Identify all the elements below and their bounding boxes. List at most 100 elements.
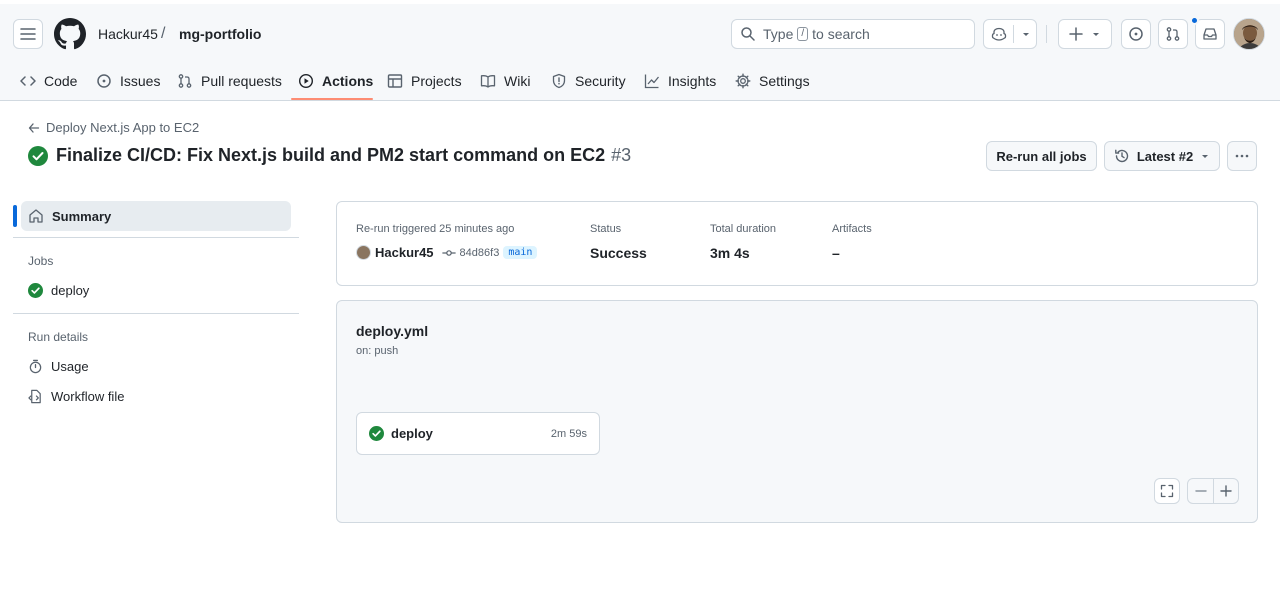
tab-pull-requests[interactable]: Pull requests bbox=[177, 70, 282, 92]
screen-full-icon bbox=[1160, 484, 1174, 498]
chevron-down-icon bbox=[1023, 33, 1029, 36]
issue-icon bbox=[1129, 27, 1143, 41]
sidebar-item-usage[interactable]: Usage bbox=[28, 359, 89, 374]
pull-requests-button[interactable] bbox=[1158, 19, 1188, 49]
inbox-icon bbox=[1203, 28, 1217, 40]
copilot-icon bbox=[991, 27, 1007, 41]
zoom-controls bbox=[1187, 478, 1239, 504]
sidebar-job-deploy[interactable]: deploy bbox=[28, 283, 89, 298]
book-icon bbox=[480, 75, 496, 88]
actor-name[interactable]: Hackur45 bbox=[375, 245, 434, 260]
pull-request-icon bbox=[178, 74, 192, 88]
app-header: Hackur45 / mg-portfolio Type / to search bbox=[0, 0, 1280, 101]
tab-label: Issues bbox=[120, 73, 161, 89]
sidebar-divider bbox=[13, 237, 299, 238]
latest-attempt-dropdown[interactable]: Latest #2 bbox=[1104, 141, 1220, 171]
tab-label: Insights bbox=[668, 73, 717, 89]
run-title: Finalize CI/CD: Fix Next.js build and PM… bbox=[56, 145, 606, 165]
jobs-heading: Jobs bbox=[28, 254, 54, 268]
code-icon bbox=[20, 76, 36, 86]
shield-icon bbox=[552, 73, 566, 89]
latest-label: Latest #2 bbox=[1136, 148, 1194, 164]
run-summary-card bbox=[336, 201, 1258, 286]
tab-settings[interactable]: Settings bbox=[735, 70, 810, 92]
branch-label[interactable]: main bbox=[503, 246, 538, 259]
repo-name-link[interactable]: mg-portfolio bbox=[179, 26, 261, 42]
github-logo[interactable] bbox=[54, 18, 86, 50]
git-commit-icon bbox=[441, 249, 456, 256]
pull-request-icon bbox=[1166, 27, 1180, 41]
run-number: #3 bbox=[611, 145, 632, 165]
avatar-image bbox=[1234, 19, 1264, 49]
gear-icon bbox=[735, 73, 751, 89]
tab-label: Security bbox=[575, 73, 626, 89]
job-name: deploy bbox=[391, 426, 433, 441]
search-placeholder-after: to search bbox=[812, 26, 870, 42]
repo-tabs: Code Issues Pull requests Actions Projec… bbox=[0, 62, 1280, 101]
tab-label: Actions bbox=[322, 73, 374, 89]
top-strip bbox=[0, 0, 1280, 4]
active-tab-indicator bbox=[291, 98, 373, 100]
github-icon bbox=[54, 18, 86, 50]
issues-button[interactable] bbox=[1121, 19, 1151, 49]
workflow-name: Deploy Next.js App to EC2 bbox=[46, 120, 200, 135]
create-new-button[interactable] bbox=[1058, 19, 1112, 49]
tab-code[interactable]: Code bbox=[20, 70, 77, 92]
success-check-icon bbox=[369, 426, 384, 441]
search-input[interactable]: Type / to search bbox=[731, 19, 975, 49]
job-duration: 2m 59s bbox=[550, 427, 587, 440]
header-divider bbox=[1046, 25, 1047, 43]
user-avatar[interactable] bbox=[1233, 18, 1265, 50]
menu-button[interactable] bbox=[13, 19, 43, 49]
more-options-button[interactable] bbox=[1227, 141, 1257, 171]
tab-projects[interactable]: Projects bbox=[387, 70, 462, 92]
tab-insights[interactable]: Insights bbox=[644, 70, 716, 92]
actor-avatar[interactable] bbox=[356, 245, 371, 260]
copilot-button[interactable] bbox=[983, 19, 1037, 49]
sidebar-item-label: deploy bbox=[51, 283, 90, 298]
repo-owner-link[interactable]: Hackur45 bbox=[98, 26, 158, 42]
path-separator: / bbox=[161, 25, 166, 42]
duration-label: Total duration bbox=[710, 223, 777, 235]
rerun-label: Re-run all jobs bbox=[996, 148, 1087, 164]
workflow-filename: deploy.yml bbox=[356, 323, 429, 339]
sidebar-item-workflow-file[interactable]: Workflow file bbox=[28, 389, 124, 404]
arrow-left-icon bbox=[28, 122, 40, 133]
tab-security[interactable]: Security bbox=[551, 70, 626, 92]
artifacts-value: – bbox=[832, 245, 840, 261]
chevron-down-icon bbox=[1093, 33, 1099, 36]
file-code-icon bbox=[28, 389, 41, 404]
inbox-button[interactable] bbox=[1195, 19, 1225, 49]
tab-actions[interactable]: Actions bbox=[298, 70, 373, 92]
commit-sha[interactable]: 84d86f3 bbox=[460, 247, 500, 259]
tab-label: Code bbox=[44, 73, 78, 89]
fullscreen-button[interactable] bbox=[1154, 478, 1180, 504]
chevron-down-icon bbox=[1202, 155, 1209, 158]
run-details-heading: Run details bbox=[28, 330, 89, 344]
tab-issues[interactable]: Issues bbox=[96, 70, 160, 92]
graph-job-deploy[interactable]: deploy 2m 59s bbox=[356, 412, 600, 455]
history-icon bbox=[1114, 149, 1129, 163]
workflow-back-link[interactable]: Deploy Next.js App to EC2 bbox=[28, 120, 199, 135]
rerun-all-jobs-button[interactable]: Re-run all jobs bbox=[986, 141, 1097, 171]
tab-label: Pull requests bbox=[201, 73, 282, 89]
sidebar-item-summary[interactable]: Summary bbox=[21, 201, 291, 231]
graph-icon bbox=[644, 74, 660, 89]
notification-indicator bbox=[1190, 16, 1199, 25]
trigger-label: Re-run triggered 25 minutes ago bbox=[356, 223, 515, 235]
sidebar-item-label: Workflow file bbox=[51, 389, 125, 404]
success-check-icon bbox=[28, 145, 48, 166]
zoom-in-button[interactable] bbox=[1214, 479, 1238, 503]
plus-icon bbox=[1220, 485, 1232, 497]
issue-icon bbox=[97, 74, 111, 88]
kebab-horizontal-icon bbox=[1235, 154, 1249, 158]
search-shortcut-key: / bbox=[797, 27, 809, 41]
sidebar-item-label: Summary bbox=[52, 208, 112, 224]
tab-label: Wiki bbox=[504, 73, 531, 89]
minus-icon bbox=[1194, 490, 1207, 492]
run-title-row: Finalize CI/CD: Fix Next.js build and PM… bbox=[28, 145, 631, 166]
artifacts-label: Artifacts bbox=[832, 223, 872, 235]
play-icon bbox=[298, 73, 314, 89]
zoom-out-button[interactable] bbox=[1188, 479, 1213, 503]
tab-wiki[interactable]: Wiki bbox=[480, 70, 530, 92]
